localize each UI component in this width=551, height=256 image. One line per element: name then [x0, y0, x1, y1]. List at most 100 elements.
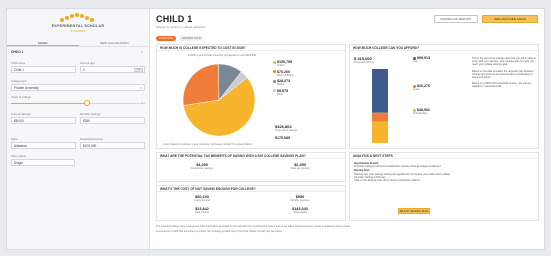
- cost-note: Costs based on a private 4-year universi…: [163, 143, 254, 146]
- legend-label: Tuition: [277, 64, 285, 67]
- afford-stacked-bar: [372, 69, 388, 143]
- savings-label: Current savings: [11, 112, 31, 116]
- cost-legend: $150,755 Tuition $70,200 Room & Board $28,27…: [273, 60, 343, 98]
- legend-item: $28,273 Books: [273, 79, 343, 86]
- sidebar-tabs: SAVER NEW CALCULATION: [7, 39, 150, 47]
- state-income-row: State Alabama Household income $100,000: [11, 137, 145, 149]
- projected-savings-sub: Projected savings: [354, 61, 374, 64]
- add-child-button[interactable]: ADD ANOTHER CHILD: [482, 15, 538, 23]
- wait-item-3: $143,643 Total repaid: [265, 207, 335, 214]
- pay-stat-3: $48,902 Scholarships: [413, 108, 430, 115]
- pay-text-2: Based on the data provided, the projecte…: [472, 69, 534, 80]
- legend-label: Other: [277, 92, 284, 96]
- wait-item-2: $23,842 Total interest: [167, 207, 237, 214]
- years-group: Years of college 4: [11, 95, 145, 107]
- child-name-input[interactable]: Child 1: [11, 66, 76, 73]
- scholarships-sub: Scholarships: [413, 112, 428, 115]
- stack-segment-0: [372, 69, 388, 113]
- wait-item-1: $956 Monthly payment: [265, 195, 335, 202]
- view-pills: OVERVIEW SAVINGS PLAN: [156, 36, 204, 41]
- brand-name: EXPERIMENTAL SCHOLAR: [51, 24, 105, 28]
- brand-logo: EXPERIMENTAL SCHOLAR STANDARD: [47, 13, 109, 35]
- total-cost-block: $326,802 Total cost of college: [275, 124, 297, 132]
- pie-slice-room-board: [182, 63, 220, 106]
- loans-sub: Loans: [413, 88, 420, 91]
- total-repaid-sub: Total repaid: [293, 211, 307, 214]
- tab-new-calculation[interactable]: NEW CALCULATION: [79, 39, 151, 46]
- cost-panel: HOW MUCH IS COLLEGE EXPECTED TO COST IN …: [156, 44, 346, 149]
- pay-panel-title: HOW MUCH COLLEGE CAN YOU AFFORD?: [350, 45, 538, 51]
- pay-explanation: This is the amount of college costs that…: [472, 57, 536, 89]
- legend-swatch: [273, 70, 276, 74]
- app-window: EXPERIMENTAL SCHOLAR STANDARD SAVER NEW …: [6, 8, 545, 250]
- aid-value: $175,085: [275, 136, 290, 140]
- federal-tax-sub: Federal tax savings: [191, 167, 213, 170]
- legend-label: Room & Board: [277, 73, 294, 77]
- pay-text-1: This is the amount of college costs that…: [472, 57, 536, 67]
- tax-panel-title: WHAT ARE THE POTENTIAL TAX BENEFITS OF S…: [157, 153, 345, 159]
- cost-chart-caption: A 2039 4-year Private university is proj…: [188, 54, 256, 57]
- filing-label: Filing status: [11, 154, 26, 158]
- stack-segment-2: [372, 121, 388, 143]
- gap-value: $99,913: [417, 56, 430, 60]
- main-content: CHILD 1 Saving for Child 1's college edu…: [150, 9, 544, 249]
- tab-saver[interactable]: SAVER: [7, 39, 79, 46]
- loan-principal-sub: Loan principal: [194, 199, 210, 202]
- pay-panel: HOW MUCH COLLEGE CAN YOU AFFORD? $ 315,0…: [349, 44, 539, 149]
- disclaimer-2: Investments in a 529 plan are subject to…: [156, 230, 283, 234]
- years-label: Years of college: [11, 95, 31, 99]
- current-savings-input[interactable]: $5,000: [11, 117, 76, 124]
- child-label: CHILD 1: [11, 50, 24, 54]
- child-section: CHILD 1 ✕: [11, 50, 145, 54]
- pay-text-3: Based on a $100,000 household income, yo…: [472, 82, 532, 89]
- federal-tax-cell: $4,250 Federal tax savings: [167, 163, 237, 170]
- state-tax-cell: $2,450 State tax savings: [265, 163, 335, 170]
- college-type-label: College type: [11, 79, 27, 83]
- years-slider[interactable]: [11, 100, 145, 107]
- next-steps-para-4: Click on the Savings Plan tab to review …: [354, 179, 421, 183]
- state-tax-sub: State tax savings: [290, 167, 310, 170]
- state-select[interactable]: Alabama: [11, 142, 76, 149]
- monthly-payment-sub: Monthly payment: [290, 199, 310, 202]
- monthly-label: Monthly savings: [80, 112, 101, 116]
- years-slider-handle[interactable]: [84, 100, 90, 106]
- legend-swatch: [273, 89, 276, 93]
- sidebar: EXPERIMENTAL SCHOLAR STANDARD SAVER NEW …: [7, 9, 150, 249]
- age-edit-button[interactable]: Edit: [134, 68, 143, 72]
- page-subtitle: Saving for Child 1's college education: [156, 25, 206, 29]
- disclaimer: The projected college costs, savings and…: [156, 225, 540, 233]
- adjust-plan-button[interactable]: ADJUST SAVINGS PLAN: [398, 208, 430, 214]
- legend-item: $70,200 Room & Board: [273, 70, 343, 77]
- age-input[interactable]: 2 Edit: [80, 66, 145, 73]
- next-steps-title: ANALYSIS & NEXT STEPS: [350, 153, 538, 159]
- stack-segment-1: [372, 112, 388, 122]
- page-title: CHILD 1: [156, 14, 193, 24]
- pay-stat-2: $20,276 Loans: [413, 84, 430, 91]
- pill-savings-plan[interactable]: SAVINGS PLAN: [178, 36, 204, 41]
- income-input[interactable]: $100,000: [80, 142, 145, 149]
- name-label: Child name: [11, 61, 26, 65]
- legend-swatch: [273, 79, 276, 83]
- monthly-savings-input[interactable]: $250: [80, 117, 145, 124]
- age-label: Current age: [80, 61, 95, 65]
- legend-swatch: [273, 60, 276, 64]
- college-type-select[interactable]: Private University ▾: [11, 84, 145, 91]
- total-interest-sub: Total interest: [194, 211, 210, 214]
- filing-select[interactable]: Single: [11, 159, 75, 166]
- legend-item: $9,575 Other: [273, 89, 343, 96]
- name-age-row: Child name Child 1 Current age 2 Edit: [11, 61, 145, 73]
- pay-stat-0: $ 315,000 Projected savings: [354, 56, 374, 64]
- age-value: 2: [83, 68, 85, 72]
- legend-item: $150,755 Tuition: [273, 60, 343, 67]
- income-label: Household income: [80, 137, 104, 141]
- chevron-down-icon: ▾: [140, 86, 142, 90]
- download-report-button[interactable]: DOWNLOAD REPORT: [434, 15, 478, 23]
- filing-group: Filing status Single: [11, 154, 75, 166]
- legend-label: Books: [277, 83, 284, 86]
- close-icon[interactable]: ✕: [140, 50, 143, 54]
- pill-overview[interactable]: OVERVIEW: [156, 36, 176, 41]
- next-steps-panel: ANALYSIS & NEXT STEPS Hypothetical Growt…: [349, 152, 539, 221]
- college-type-value: Private University: [14, 86, 39, 90]
- legend-value: $70,200: [277, 69, 290, 74]
- logo-mark: [60, 13, 96, 23]
